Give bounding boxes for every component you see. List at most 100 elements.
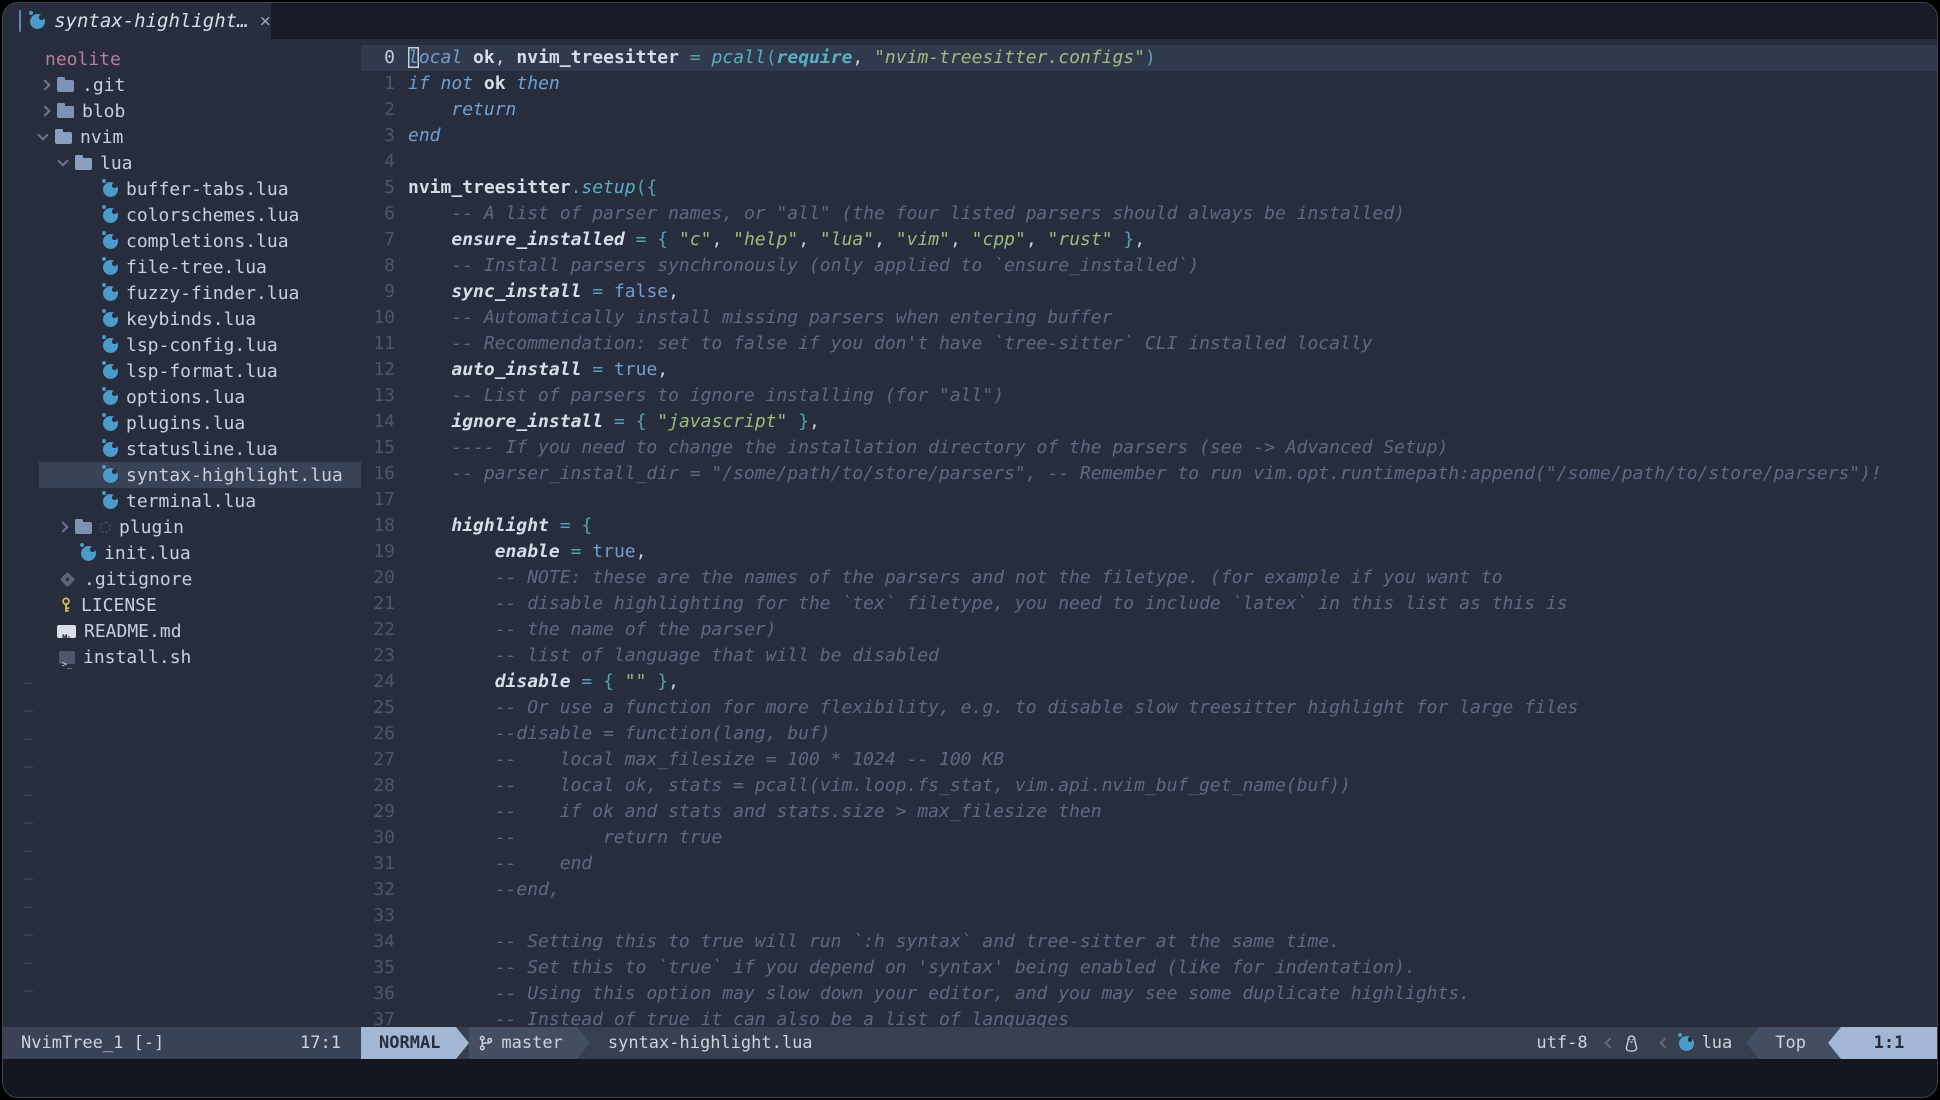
tab-syntax-highlight[interactable]: syntax-highlight… ×	[3, 3, 271, 39]
tree-item-label: file-tree.lua	[126, 257, 267, 278]
tree-item-buffer-tabs.lua[interactable]: buffer-tabs.lua	[3, 176, 361, 202]
statusline: NvimTree_1 [-] 17:1 NORMAL master syntax…	[3, 1027, 1937, 1059]
code-line-25[interactable]: 25 -- Or use a function for more flexibi…	[361, 695, 1937, 721]
code-token: -- Using this option may slow down your …	[408, 983, 1470, 1004]
tree-item-plugin[interactable]: plugin	[3, 514, 361, 540]
code-line-29[interactable]: 29 -- if ok and stats and stats.size > m…	[361, 799, 1937, 825]
code-line-4[interactable]: 4	[361, 149, 1937, 175]
tree-item-syntax-highlight.lua[interactable]: syntax-highlight.lua	[3, 462, 361, 488]
code-line-16[interactable]: 16 -- parser_install_dir = "/some/path/t…	[361, 461, 1937, 487]
code-token: -- the name of the parser)	[408, 619, 776, 640]
code-line-20[interactable]: 20 -- NOTE: these are the names of the p…	[361, 565, 1937, 591]
tree-item-colorschemes.lua[interactable]: colorschemes.lua	[3, 202, 361, 228]
code-line-8[interactable]: 8 -- Install parsers synchronously (only…	[361, 253, 1937, 279]
tree-item-label: blob	[82, 101, 125, 122]
line-text: --disable = function(lang, buf)	[408, 721, 831, 747]
code-line-10[interactable]: 10 -- Automatically install missing pars…	[361, 305, 1937, 331]
code-line-21[interactable]: 21 -- disable highlighting for the `tex`…	[361, 591, 1937, 617]
line-text: ensure_installed = { "c", "help", "lua",…	[408, 227, 1145, 253]
code-line-36[interactable]: 36 -- Using this option may slow down yo…	[361, 981, 1937, 1007]
code-line-31[interactable]: 31 -- end	[361, 851, 1937, 877]
code-token	[625, 411, 636, 432]
code-line-13[interactable]: 13 -- List of parsers to ignore installi…	[361, 383, 1937, 409]
code-line-12[interactable]: 12 auto_install = true,	[361, 357, 1937, 383]
folder-open-icon	[55, 132, 72, 144]
tree-item-blob[interactable]: blob	[3, 98, 361, 124]
code-line-11[interactable]: 11 -- Recommendation: set to false if yo…	[361, 331, 1937, 357]
code-line-0[interactable]: 0local ok, nvim_treesitter = pcall(requi…	[361, 45, 1937, 71]
line-text: ignore_install = { "javascript" },	[408, 409, 820, 435]
code-line-24[interactable]: 24 disable = { "" },	[361, 669, 1937, 695]
code-line-32[interactable]: 32 --end,	[361, 877, 1937, 903]
code-line-3[interactable]: 3end	[361, 123, 1937, 149]
code-line-6[interactable]: 6 -- A list of parser names, or "all" (t…	[361, 201, 1937, 227]
tree-item-completions.lua[interactable]: completions.lua	[3, 228, 361, 254]
code-line-15[interactable]: 15 ---- If you need to change the instal…	[361, 435, 1937, 461]
code-line-28[interactable]: 28 -- local ok, stats = pcall(vim.loop.f…	[361, 773, 1937, 799]
code-token: ,	[809, 411, 820, 432]
code-line-27[interactable]: 27 -- local max_filesize = 100 * 1024 --…	[361, 747, 1937, 773]
tree-item-LICENSE[interactable]: LICENSE	[3, 592, 361, 618]
tilde-marker: ~	[3, 810, 361, 838]
tree-item-lsp-format.lua[interactable]: lsp-format.lua	[3, 358, 361, 384]
lua-icon	[103, 364, 118, 379]
tree-item-README.md[interactable]: README.md	[3, 618, 361, 644]
code-line-22[interactable]: 22 -- the name of the parser)	[361, 617, 1937, 643]
tree-item-nvim[interactable]: nvim	[3, 124, 361, 150]
line-text: return	[408, 97, 516, 123]
lua-icon	[103, 468, 118, 483]
tree-item-statusline.lua[interactable]: statusline.lua	[3, 436, 361, 462]
code-token	[571, 515, 582, 536]
tree-item-plugins.lua[interactable]: plugins.lua	[3, 410, 361, 436]
command-line[interactable]	[3, 1059, 1937, 1097]
tree-item-label: options.lua	[126, 387, 245, 408]
line-text: -- local max_filesize = 100 * 1024 -- 10…	[408, 747, 1004, 773]
code-line-34[interactable]: 34 -- Setting this to true will run `:h …	[361, 929, 1937, 955]
code-line-19[interactable]: 19 enable = true,	[361, 539, 1937, 565]
code-line-30[interactable]: 30 -- return true	[361, 825, 1937, 851]
tree-item-install.sh[interactable]: install.sh	[3, 644, 361, 670]
chevron-left-icon	[1659, 1037, 1670, 1048]
block-cursor: l	[408, 47, 419, 68]
tree-item-neolite[interactable]: neolite	[3, 46, 361, 72]
code-line-26[interactable]: 26 --disable = function(lang, buf)	[361, 721, 1937, 747]
code-token	[408, 229, 451, 250]
tree-item-keybinds.lua[interactable]: keybinds.lua	[3, 306, 361, 332]
line-number: 34	[361, 929, 395, 955]
code-line-2[interactable]: 2 return	[361, 97, 1937, 123]
tree-item-terminal.lua[interactable]: terminal.lua	[3, 488, 361, 514]
tree-item-lua[interactable]: lua	[3, 150, 361, 176]
line-number: 33	[361, 903, 395, 929]
tilde-marker: ~	[3, 894, 361, 922]
chevron-left-icon	[1604, 1037, 1615, 1048]
code-line-1[interactable]: 1if not ok then	[361, 71, 1937, 97]
code-line-37[interactable]: 37 -- Instead of true it can also be a l…	[361, 1007, 1937, 1027]
code-line-17[interactable]: 17	[361, 487, 1937, 513]
code-line-9[interactable]: 9 sync_install = false,	[361, 279, 1937, 305]
tree-item-lsp-config.lua[interactable]: lsp-config.lua	[3, 332, 361, 358]
code-line-14[interactable]: 14 ignore_install = { "javascript" },	[361, 409, 1937, 435]
tree-item-.git[interactable]: .git	[3, 72, 361, 98]
line-number: 15	[361, 435, 395, 461]
code-line-7[interactable]: 7 ensure_installed = { "c", "help", "lua…	[361, 227, 1937, 253]
code-token	[430, 73, 441, 94]
code-token: "help"	[733, 229, 798, 250]
code-line-35[interactable]: 35 -- Set this to `true` if you depend o…	[361, 955, 1937, 981]
git-branch-segment: master	[469, 1027, 576, 1059]
code-line-5[interactable]: 5nvim_treesitter.setup({	[361, 175, 1937, 201]
code-line-23[interactable]: 23 -- list of language that will be disa…	[361, 643, 1937, 669]
tree-item-options.lua[interactable]: options.lua	[3, 384, 361, 410]
code-line-33[interactable]: 33	[361, 903, 1937, 929]
lua-icon	[103, 442, 118, 457]
code-token: =	[592, 359, 603, 380]
tree-item-file-tree.lua[interactable]: file-tree.lua	[3, 254, 361, 280]
code-token: ,	[668, 281, 679, 302]
tree-item-init.lua[interactable]: init.lua	[3, 540, 361, 566]
line-number: 13	[361, 383, 395, 409]
tab-close-icon[interactable]: ×	[260, 10, 271, 32]
code-line-18[interactable]: 18 highlight = {	[361, 513, 1937, 539]
lua-icon	[103, 286, 118, 301]
tree-item-fuzzy-finder.lua[interactable]: fuzzy-finder.lua	[3, 280, 361, 306]
code-token: ,	[1134, 229, 1145, 250]
tree-item-.gitignore[interactable]: .gitignore	[3, 566, 361, 592]
